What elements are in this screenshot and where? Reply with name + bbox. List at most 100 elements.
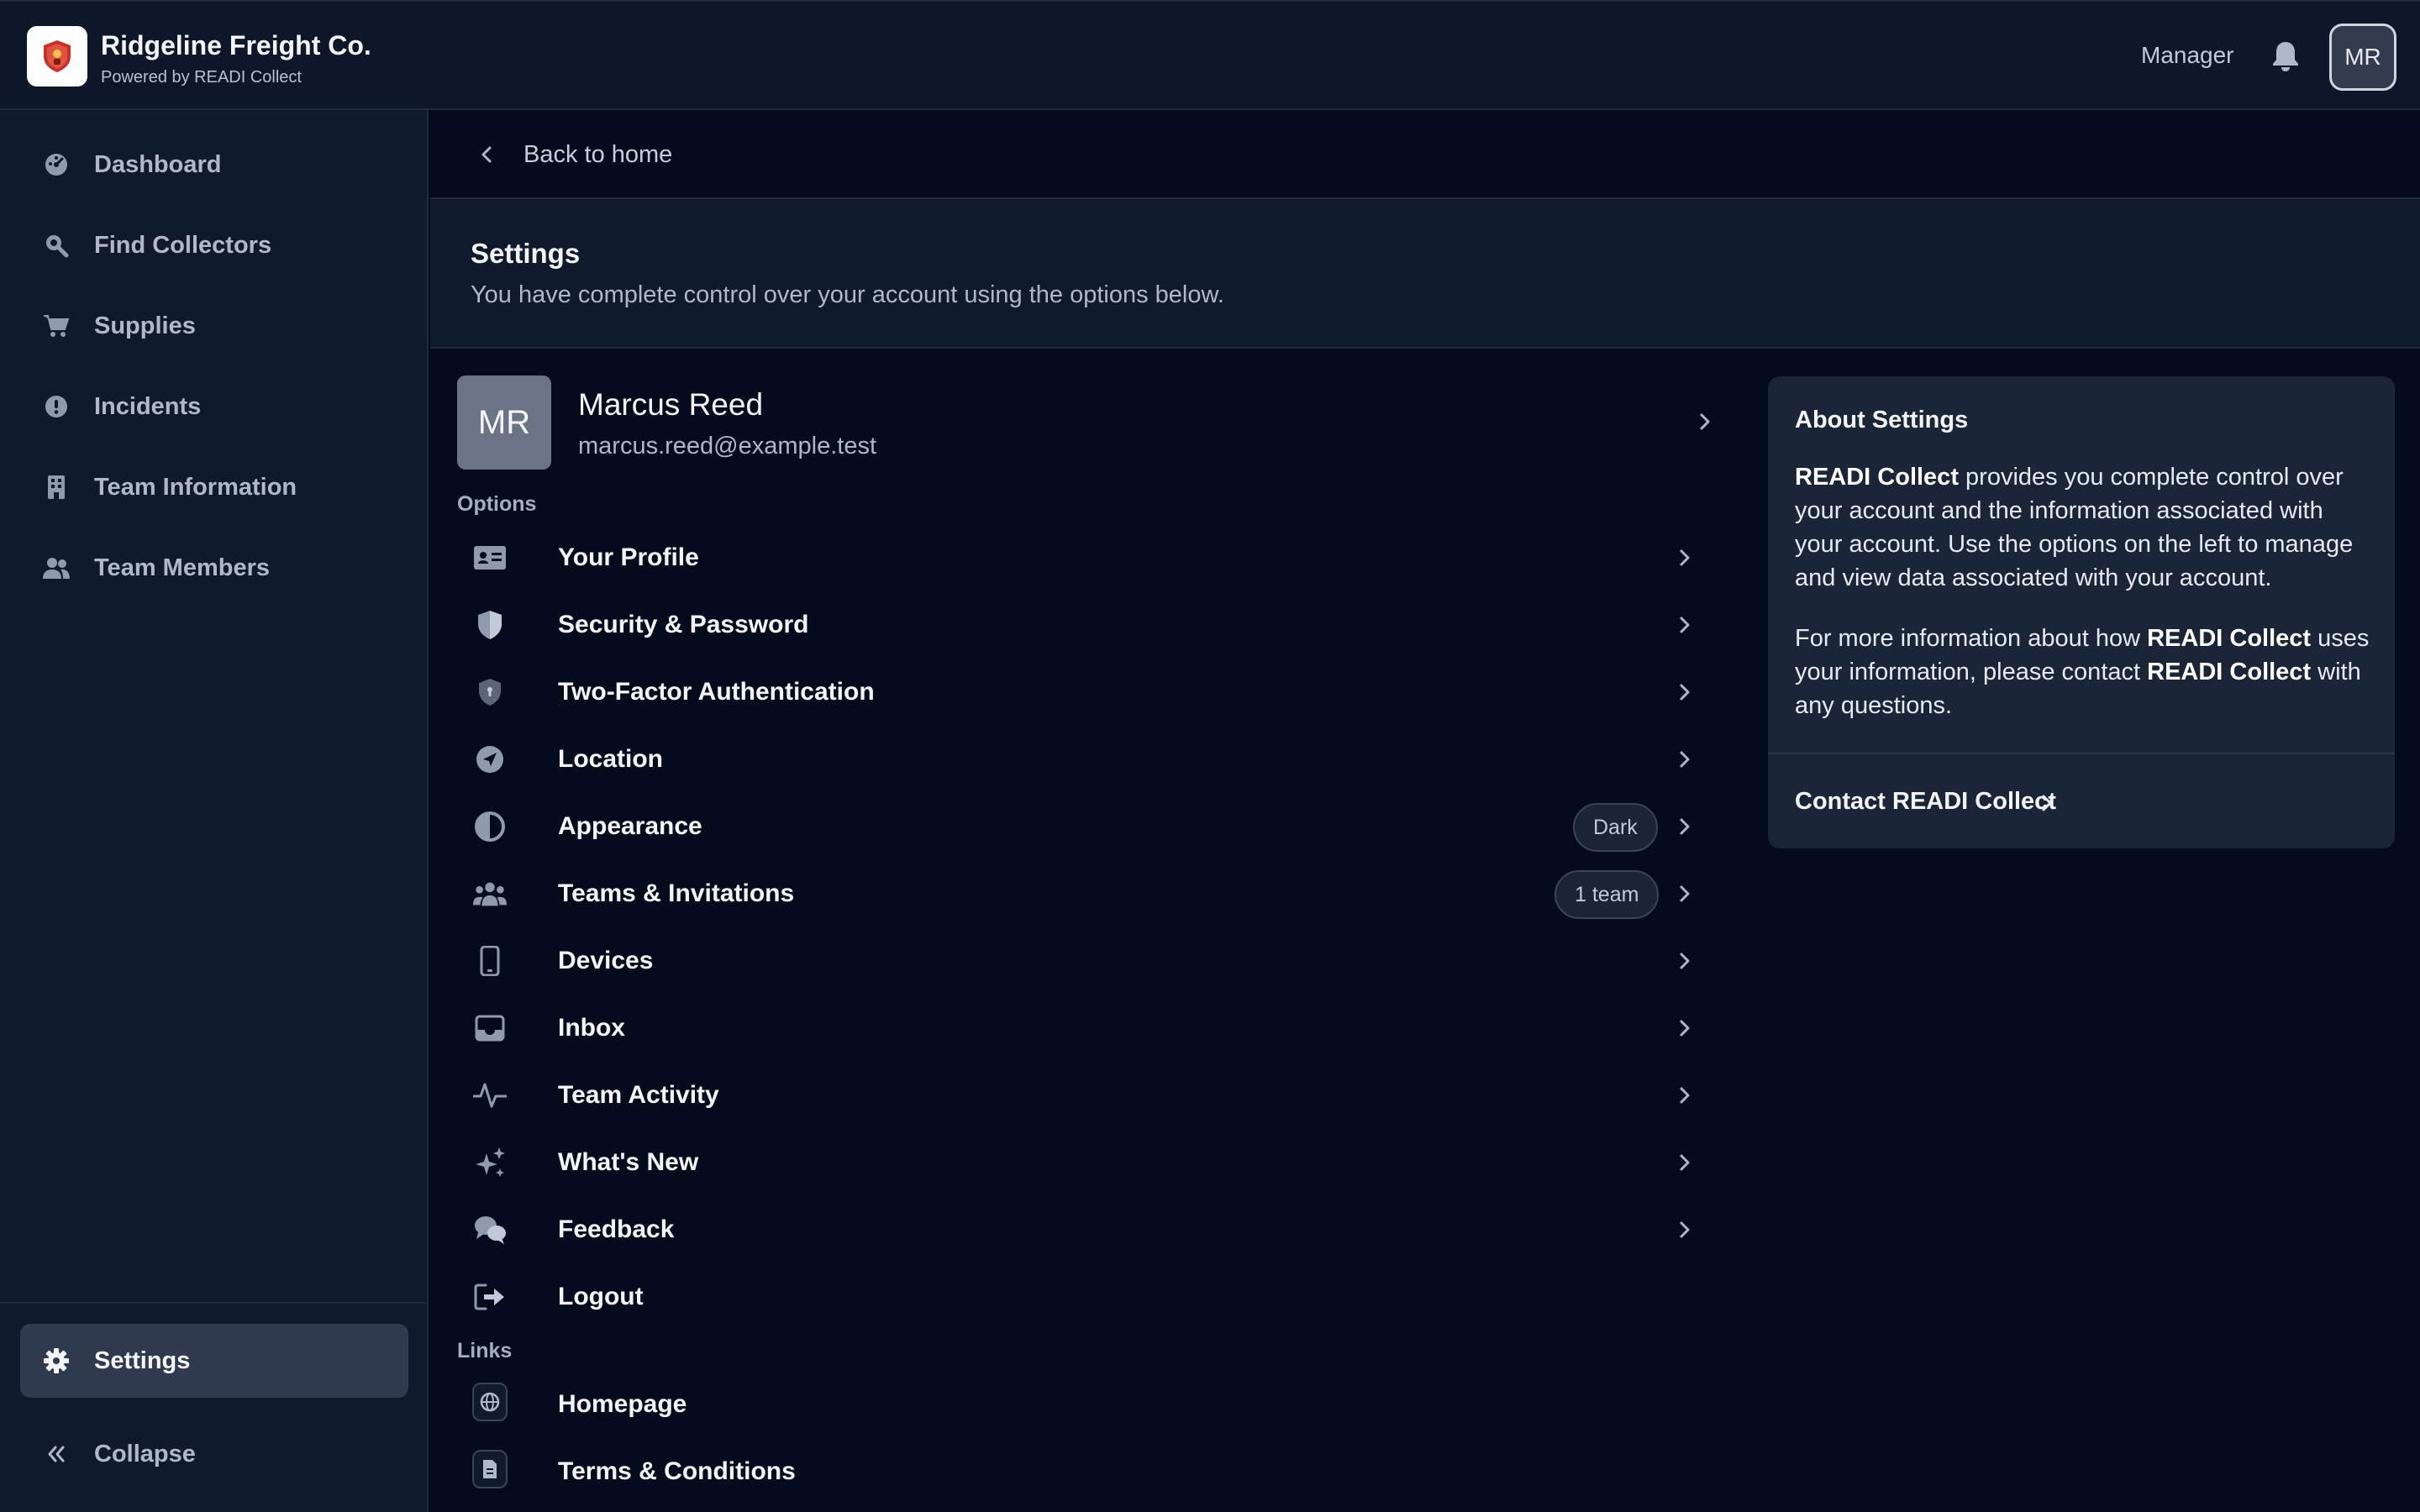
about-text: For more information about how (1795, 625, 2148, 652)
sidebar: Dashboard Find Collectors Supplies Incid… (0, 110, 429, 1512)
sidebar-item-settings[interactable]: Settings (20, 1324, 408, 1398)
option-whats-new[interactable]: What's New (457, 1129, 1707, 1196)
chevron-right-icon (1672, 881, 1697, 906)
option-teams-invitations[interactable]: Teams & Invitations 1 team (457, 860, 1707, 927)
sidebar-divider (0, 1302, 429, 1304)
chevron-right-icon (1672, 1150, 1697, 1175)
option-your-profile[interactable]: Your Profile (457, 524, 1707, 591)
option-label: Inbox (558, 1014, 625, 1042)
back-bar: Back to home (430, 110, 2420, 199)
about-title: About Settings (1795, 407, 1969, 433)
option-label: Feedback (558, 1215, 675, 1243)
sidebar-item-label: Settings (94, 1347, 191, 1374)
option-label: Location (558, 745, 663, 773)
chevron-right-icon (1692, 409, 1718, 434)
sidebar-item-incidents[interactable]: Incidents (20, 370, 408, 444)
option-label: Security & Password (558, 611, 809, 638)
chevron-left-icon[interactable] (474, 142, 499, 167)
option-location[interactable]: Location (457, 726, 1707, 793)
org-name: Ridgeline Freight Co. (101, 30, 371, 60)
document-icon (472, 1450, 508, 1488)
link-label: Terms & Conditions (558, 1457, 796, 1485)
sidebar-item-team-information[interactable]: Team Information (20, 450, 408, 524)
sidebar-item-supplies[interactable]: Supplies (20, 289, 408, 363)
alert-icon (42, 392, 71, 421)
sidebar-item-label: Supplies (94, 312, 196, 339)
about-paragraph-1: READI Collect provides you complete cont… (1795, 460, 2375, 595)
option-security-password[interactable]: Security & Password (457, 591, 1707, 659)
sidebar-item-dashboard[interactable]: Dashboard (20, 128, 408, 202)
back-to-home-link[interactable]: Back to home (523, 141, 672, 169)
about-divider (1768, 753, 2395, 754)
profile-avatar: MR (457, 375, 551, 470)
sidebar-item-label: Incidents (94, 392, 202, 420)
sidebar-item-label: Find Collectors (94, 231, 272, 259)
document-icon-wrapper (472, 1450, 508, 1488)
org-logo[interactable] (27, 26, 87, 87)
double-chevron-left-icon (42, 1440, 71, 1468)
user-avatar-button[interactable]: MR (2329, 24, 2396, 91)
option-label: Devices (558, 947, 654, 974)
profile-card[interactable]: MR Marcus Reed marcus.reed@example.test (457, 375, 1710, 470)
profile-email: marcus.reed@example.test (578, 433, 877, 459)
chat-icon (472, 1213, 508, 1247)
collapse-sidebar-button[interactable]: Collapse (20, 1417, 408, 1491)
page-title: Settings (471, 238, 581, 269)
activity-icon (472, 1079, 508, 1112)
link-homepage[interactable]: Homepage (457, 1371, 1707, 1438)
inbox-icon (472, 1011, 508, 1045)
chevron-right-icon (1672, 612, 1697, 638)
id-card-icon (472, 541, 508, 575)
shield-lock-icon (472, 675, 508, 709)
logout-icon (472, 1280, 508, 1314)
option-label: Your Profile (558, 543, 699, 571)
chevron-right-icon (1672, 680, 1697, 705)
option-two-factor-authentication[interactable]: Two-Factor Authentication (457, 659, 1707, 726)
option-logout[interactable]: Logout (457, 1263, 1707, 1331)
top-bar: Ridgeline Freight Co. Powered by READI C… (0, 0, 2420, 110)
about-settings-card: About Settings READI Collect provides yo… (1768, 376, 2395, 848)
globe-icon (472, 1383, 508, 1421)
options-section-label: Options (457, 492, 537, 516)
option-label: Two-Factor Authentication (558, 678, 875, 706)
page-header: Settings You have complete control over … (430, 199, 2420, 349)
notifications-bell-icon[interactable] (2270, 39, 2302, 73)
chevron-right-icon[interactable] (2035, 791, 2059, 815)
link-label: Homepage (558, 1390, 687, 1418)
gear-icon (42, 1347, 71, 1375)
brand-name: READI Collect (2147, 659, 2312, 685)
sparkles-icon (472, 1146, 508, 1179)
appearance-badge: Dark (1573, 803, 1658, 852)
chevron-right-icon (1672, 1217, 1697, 1242)
contact-readi-collect-link[interactable]: Contact READI Collect (1795, 788, 2056, 816)
dashboard-icon (42, 150, 71, 179)
teams-badge: 1 team (1555, 870, 1660, 919)
users-icon (42, 554, 71, 582)
chevron-right-icon (1672, 1083, 1697, 1108)
search-icon (42, 231, 71, 260)
sidebar-item-find-collectors[interactable]: Find Collectors (20, 208, 408, 282)
option-label: Team Activity (558, 1081, 719, 1109)
sidebar-item-label: Dashboard (94, 150, 222, 178)
brand-name: READI Collect (1795, 464, 1959, 491)
shield-icon (472, 608, 508, 642)
shield-logo-icon (44, 40, 71, 72)
option-team-activity[interactable]: Team Activity (457, 1062, 1707, 1129)
option-feedback[interactable]: Feedback (457, 1196, 1707, 1263)
link-terms-conditions[interactable]: Terms & Conditions (457, 1438, 1707, 1505)
chevron-right-icon (1672, 1016, 1697, 1041)
team-icon (472, 877, 508, 911)
option-label: Teams & Invitations (558, 879, 795, 907)
building-icon (42, 473, 71, 501)
option-devices[interactable]: Devices (457, 927, 1707, 995)
sidebar-item-team-members[interactable]: Team Members (20, 531, 408, 605)
option-label: What's New (558, 1148, 699, 1176)
option-appearance[interactable]: Appearance Dark (457, 793, 1707, 860)
contrast-icon (472, 810, 508, 843)
chevron-right-icon (1672, 545, 1697, 570)
option-inbox[interactable]: Inbox (457, 995, 1707, 1062)
brand-name: READI Collect (2147, 625, 2312, 652)
role-label[interactable]: Manager (2141, 42, 2234, 69)
cart-icon (42, 312, 71, 340)
main-content: Back to home Settings You have complete … (430, 110, 2420, 1512)
